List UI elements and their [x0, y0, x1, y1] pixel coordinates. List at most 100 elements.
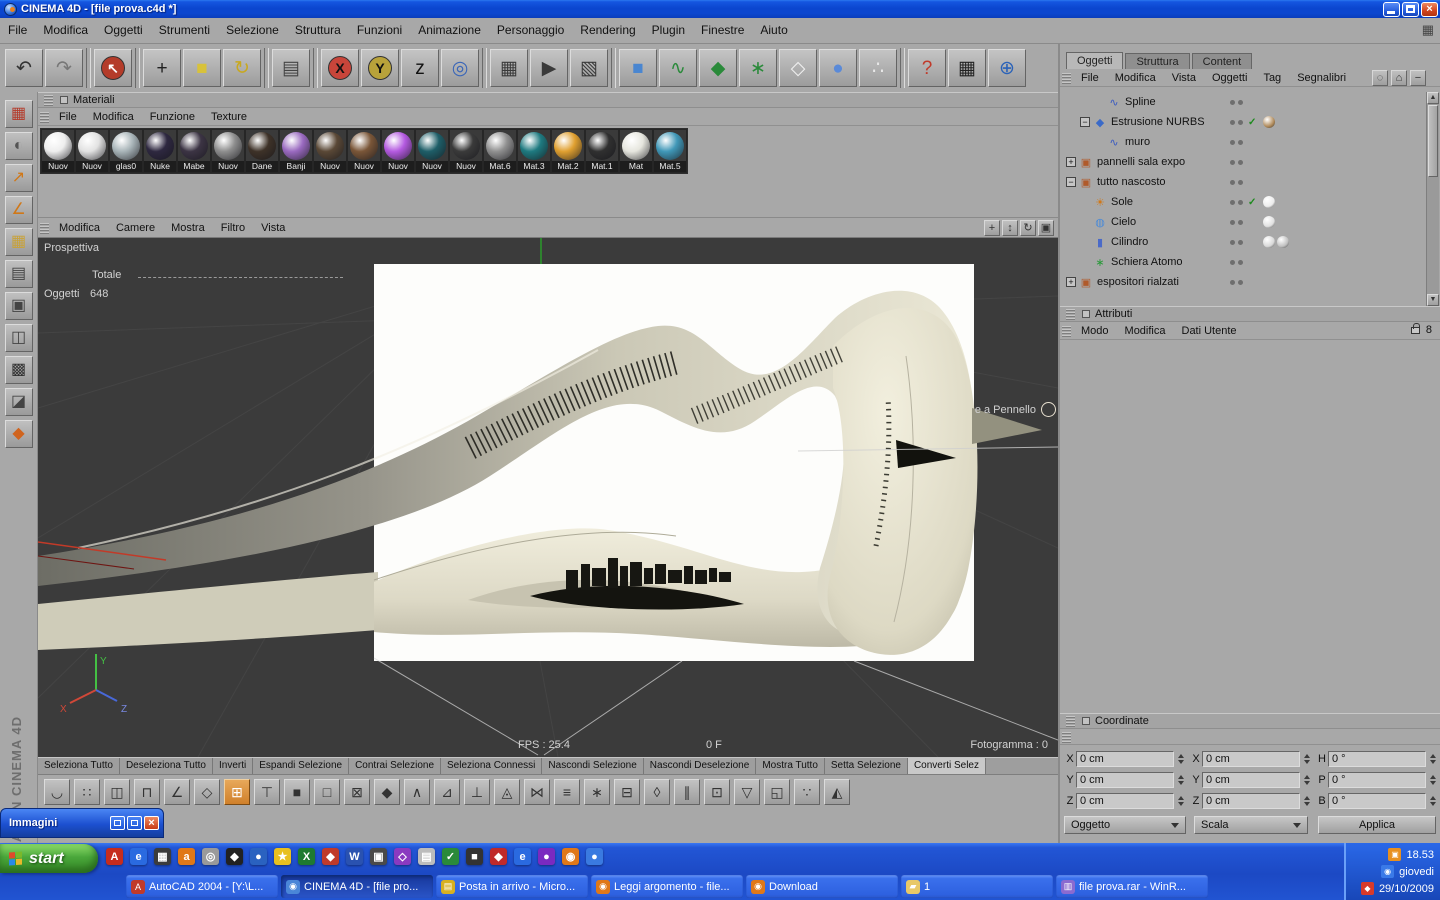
material-item[interactable]: Banji — [279, 129, 313, 173]
minimize-button[interactable] — [1383, 2, 1400, 17]
tray-icon[interactable]: ◆ — [1361, 882, 1374, 895]
tray-icon[interactable]: ▣ — [1388, 848, 1401, 861]
taskbar-window-cinema-4d-file-pro[interactable]: ◉CINEMA 4D - [file pro... — [281, 875, 433, 898]
texture-tag-icon[interactable] — [1263, 236, 1275, 248]
menubar-item-strumenti[interactable]: Strumenti — [151, 18, 218, 43]
quicklaunch-icon[interactable]: e — [514, 848, 531, 865]
bottom-tool-8-button[interactable]: ⊤ — [254, 779, 280, 805]
coordinate-input[interactable]: 0 cm — [1076, 793, 1174, 809]
coordinate-spinner[interactable] — [1301, 775, 1312, 785]
menubar-item-oggetti[interactable]: Oggetti — [96, 18, 151, 43]
lock-y-button[interactable]: Y — [361, 49, 399, 87]
quicklaunch-icon[interactable]: ✓ — [442, 848, 459, 865]
material-item[interactable]: Nuov — [211, 129, 245, 173]
tray-icon[interactable]: ◉ — [1381, 865, 1394, 878]
link-icon[interactable]: 8 — [1426, 324, 1432, 336]
visibility-dots[interactable] — [1230, 120, 1243, 125]
visibility-dots[interactable] — [1230, 280, 1243, 285]
selection-nascondi-selezione[interactable]: Nascondi Selezione — [542, 758, 643, 774]
bottom-tool-6-button[interactable]: ◇ — [194, 779, 220, 805]
coordinate-input[interactable]: 0 cm — [1076, 751, 1174, 767]
taskbar-window-leggi-argomento-file[interactable]: ◉Leggi argomento - file... — [591, 875, 743, 898]
quicklaunch-icon[interactable]: X — [298, 848, 315, 865]
bottom-tool-11-button[interactable]: ⊠ — [344, 779, 370, 805]
material-item[interactable]: Mat.3 — [517, 129, 551, 173]
immagini-restore-button[interactable] — [110, 816, 125, 830]
rotate-view-icon[interactable]: ↻ — [1020, 220, 1036, 236]
coordinate-spinner[interactable] — [1427, 796, 1438, 806]
taskbar-window-posta-in-arrivo-micro[interactable]: ▤Posta in arrivo - Micro... — [436, 875, 588, 898]
selection-seleziona-tutto[interactable]: Seleziona Tutto — [38, 758, 120, 774]
undo-button[interactable]: ↶ — [5, 49, 43, 87]
render-view-button[interactable]: ▦ — [490, 49, 528, 87]
bottom-tool-24-button[interactable]: ▽ — [734, 779, 760, 805]
coordinate-input[interactable]: 0 cm — [1202, 793, 1300, 809]
coordinate-spinner[interactable] — [1301, 796, 1312, 806]
menubar-item-finestre[interactable]: Finestre — [693, 18, 752, 43]
quicklaunch-icon[interactable]: ★ — [274, 848, 291, 865]
close-button[interactable]: × — [1421, 2, 1438, 17]
texture-tag-icon[interactable] — [1277, 236, 1289, 248]
materials-menu-funzione[interactable]: Funzione — [142, 111, 203, 123]
add-primitive-button[interactable]: ■ — [619, 49, 657, 87]
objects-menu-oggetti[interactable]: Oggetti — [1204, 72, 1255, 84]
quicklaunch-icon[interactable]: W — [346, 848, 363, 865]
menubar-item-aiuto[interactable]: Aiuto — [752, 18, 795, 43]
coordinate-spinner[interactable] — [1175, 754, 1186, 764]
viewport-menu-mostra[interactable]: Mostra — [163, 222, 213, 234]
bottom-tool-12-button[interactable]: ◆ — [374, 779, 400, 805]
bottom-tool-19-button[interactable]: ∗ — [584, 779, 610, 805]
tree-item-espositori-rialzati[interactable]: +▣espositori rialzati — [1060, 272, 1426, 292]
material-item[interactable]: Nuov — [41, 129, 75, 173]
tree-item-sole[interactable]: ☀Sole✓ — [1060, 192, 1426, 212]
quicklaunch-icon[interactable]: ▦ — [154, 848, 171, 865]
coordinate-spinner[interactable] — [1301, 754, 1312, 764]
material-item[interactable]: Mat.1 — [585, 129, 619, 173]
objects-menu-vista[interactable]: Vista — [1164, 72, 1204, 84]
quicklaunch-icon[interactable]: ● — [538, 848, 555, 865]
panel-grip-icon[interactable] — [44, 94, 53, 106]
material-item[interactable]: Mat.2 — [551, 129, 585, 173]
attributes-menu-modo[interactable]: Modo — [1073, 325, 1117, 337]
quicklaunch-icon[interactable]: ● — [586, 848, 603, 865]
selection-inverti[interactable]: Inverti — [213, 758, 253, 774]
collapse-icon[interactable]: − — [1410, 70, 1426, 86]
menubar-item-file[interactable]: File — [0, 18, 35, 43]
bottom-tool-14-button[interactable]: ⊿ — [434, 779, 460, 805]
coordinate-spinner[interactable] — [1427, 754, 1438, 764]
selection-contrai-selezione[interactable]: Contrai Selezione — [349, 758, 441, 774]
menubar-item-selezione[interactable]: Selezione — [218, 18, 287, 43]
bottom-tool-26-button[interactable]: ∵ — [794, 779, 820, 805]
objects-menu-segnalibri[interactable]: Segnalibri — [1289, 72, 1354, 84]
coordinate-input[interactable]: 0 ° — [1328, 751, 1426, 767]
quicklaunch-icon[interactable]: ◆ — [490, 848, 507, 865]
quicklaunch-icon[interactable]: ◆ — [322, 848, 339, 865]
coordinate-scale-dropdown[interactable]: Scala — [1194, 816, 1308, 834]
quicklaunch-icon[interactable]: ◉ — [562, 848, 579, 865]
panel-checkbox-icon[interactable] — [60, 96, 68, 104]
panel-grip-icon[interactable] — [1062, 72, 1071, 84]
immagini-close-button[interactable]: × — [144, 816, 159, 830]
panel-checkbox-icon[interactable] — [1082, 310, 1090, 318]
coordinate-spinner[interactable] — [1427, 775, 1438, 785]
lock-z-button[interactable]: z — [401, 49, 439, 87]
scrollbar-thumb[interactable] — [1428, 105, 1438, 177]
material-item[interactable]: Mat — [619, 129, 653, 173]
structure-manager-button[interactable]: ▤ — [5, 260, 33, 288]
tree-item-pannelli-sala-expo[interactable]: +▣pannelli sala expo — [1060, 152, 1426, 172]
render-settings-button[interactable]: ▧ — [570, 49, 608, 87]
tree-item-cielo[interactable]: ◍Cielo — [1060, 212, 1426, 232]
expander-icon[interactable]: − — [1080, 117, 1090, 127]
shader-ball-button[interactable]: ◐ — [5, 132, 33, 160]
bottom-tool-9-button[interactable]: ■ — [284, 779, 310, 805]
materials-menu-modifica[interactable]: Modifica — [85, 111, 142, 123]
add-particles-button[interactable]: ∴ — [859, 49, 897, 87]
bottom-tool-18-button[interactable]: ≡ — [554, 779, 580, 805]
tree-item-muro[interactable]: ∿muro — [1060, 132, 1426, 152]
add-spline-button[interactable]: ∿ — [659, 49, 697, 87]
bottom-tool-13-button[interactable]: ∧ — [404, 779, 430, 805]
selection-seleziona-connessi[interactable]: Seleziona Connessi — [441, 758, 542, 774]
bottom-tool-17-button[interactable]: ⋈ — [524, 779, 550, 805]
bottom-tool-22-button[interactable]: ∥ — [674, 779, 700, 805]
panel-grip-icon[interactable] — [1066, 308, 1075, 320]
